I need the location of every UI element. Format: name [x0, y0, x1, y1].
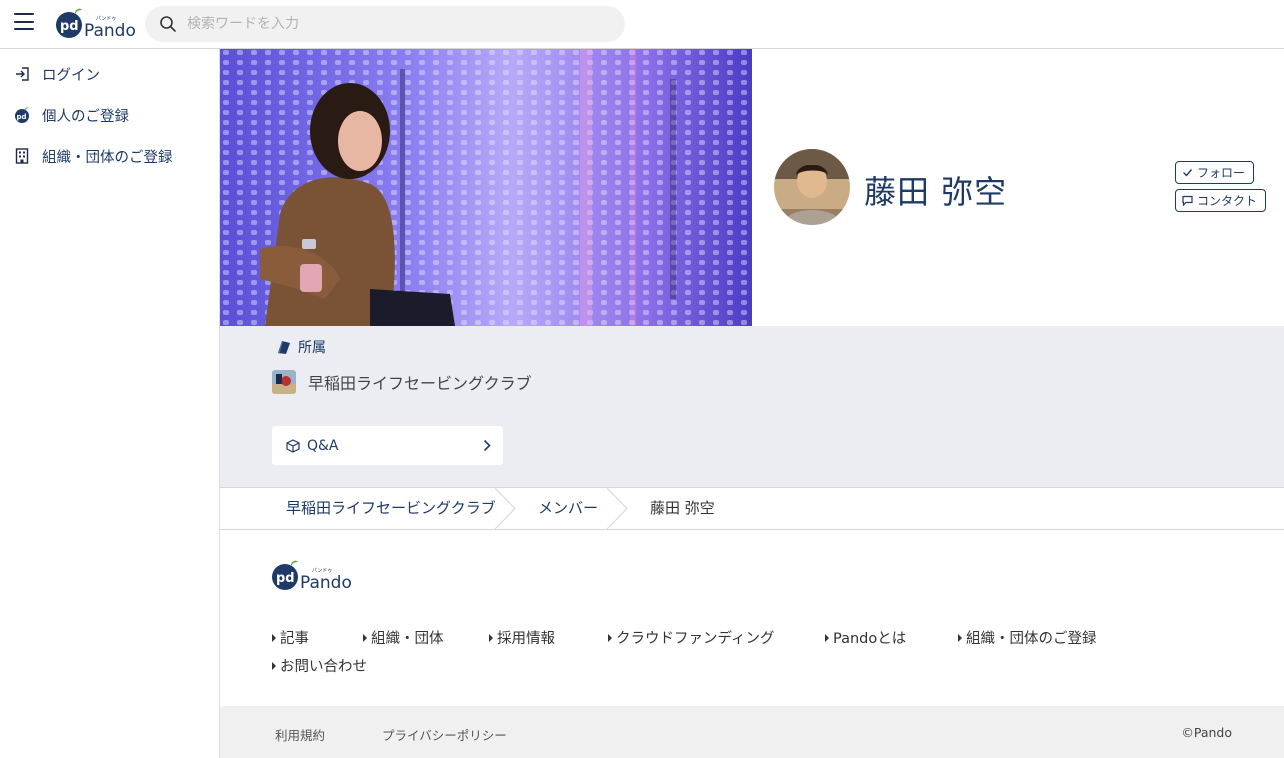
contact-label: コンタクト	[1197, 194, 1258, 208]
sidebar-item-label: 組織・団体のご登録	[42, 149, 173, 166]
footer-link-articles[interactable]: 記事	[272, 627, 309, 648]
login-icon	[14, 66, 30, 82]
qa-label: Q&A	[307, 437, 339, 454]
sidebar-item-label: 個人のご登録	[42, 108, 129, 125]
footer-link-label: お問い合わせ	[280, 659, 367, 675]
footer-link-label: Pandoとは	[833, 631, 907, 647]
footer-link-label: 採用情報	[497, 631, 555, 647]
affiliation-section: 所属 早稲田ライフセービングクラブ Q&A	[220, 326, 1284, 487]
search-bar	[145, 6, 625, 42]
pando-pd-icon: pd	[14, 107, 30, 123]
breadcrumb: 早稲田ライフセービングクラブ メンバー 藤田 弥空	[220, 487, 1284, 530]
profile-avatar	[774, 149, 850, 225]
svg-text:pd: pd	[276, 571, 295, 586]
affiliation-heading: 所属	[276, 337, 326, 357]
footer: pd Pando パンドゥ 記事 組織・団体 採用情報 クラウドファンディング …	[220, 530, 1284, 706]
footer-link-label: 記事	[280, 631, 309, 647]
sidebar-item-login[interactable]: ログイン	[14, 62, 100, 86]
cube-icon	[286, 438, 300, 453]
svg-text:pd: pd	[17, 113, 27, 121]
chevron-right-icon	[483, 439, 491, 452]
footer-link-contact[interactable]: お問い合わせ	[272, 655, 367, 676]
footer-link-label: 組織・団体のご登録	[966, 631, 1097, 647]
footer-link-crowdfunding[interactable]: クラウドファンディング	[608, 627, 774, 648]
footer-link-label: クラウドファンディング	[616, 631, 775, 647]
pando-logo[interactable]: pd Pando パンドゥ	[56, 8, 136, 41]
follow-button[interactable]: フォロー	[1175, 161, 1255, 184]
copyright: ©Pando	[1181, 725, 1232, 740]
contact-button[interactable]: コンタクト	[1175, 189, 1267, 212]
logo-ruby: パンドゥ	[96, 16, 116, 22]
terms-link[interactable]: 利用規約	[275, 725, 325, 744]
breadcrumb-item-organization[interactable]: 早稲田ライフセービングクラブ	[286, 488, 496, 529]
building-icon	[14, 148, 30, 164]
profile-header: 藤田 弥空 フォロー コンタクト	[752, 49, 1284, 326]
cover-photo	[220, 49, 752, 326]
hamburger-menu-icon[interactable]	[14, 13, 34, 30]
follow-label: フォロー	[1197, 166, 1246, 180]
organization-thumbnail	[272, 370, 296, 394]
sidebar: ログイン pd 個人のご登録 組織・団体のご登録	[0, 49, 220, 758]
footer-link-label: 組織・団体	[371, 631, 444, 647]
footer-link-register-organization[interactable]: 組織・団体のご登録	[958, 627, 1097, 648]
sidebar-item-register-individual[interactable]: pd 個人のご登録	[14, 103, 129, 127]
sidebar-item-register-organization[interactable]: 組織・団体のご登録	[14, 144, 173, 168]
qa-card[interactable]: Q&A	[272, 426, 503, 465]
organization-name: 早稲田ライフセービングクラブ	[308, 374, 532, 393]
profile-name: 藤田 弥空	[864, 173, 1008, 211]
footer-link-about[interactable]: Pandoとは	[825, 627, 906, 648]
privacy-link[interactable]: プライバシーポリシー	[382, 725, 507, 744]
message-icon	[1182, 195, 1193, 206]
check-icon	[1183, 169, 1193, 177]
search-icon	[160, 16, 176, 32]
sidebar-item-label: ログイン	[42, 67, 100, 84]
breadcrumb-separator-icon	[606, 488, 628, 529]
search-input[interactable]	[187, 6, 607, 42]
affiliation-icon	[278, 341, 290, 354]
organization-link[interactable]: 早稲田ライフセービングクラブ	[272, 370, 532, 394]
affiliation-label: 所属	[298, 340, 326, 356]
footer-bottom-bar: 利用規約 プライバシーポリシー ©Pando	[220, 706, 1284, 758]
footer-link-organizations[interactable]: 組織・団体	[363, 627, 444, 648]
breadcrumb-item-members[interactable]: メンバー	[538, 488, 598, 529]
footer-logo-ruby: パンドゥ	[312, 568, 332, 574]
footer-logo[interactable]: pd Pando パンドゥ	[272, 560, 352, 593]
breadcrumb-separator-icon	[494, 488, 516, 529]
top-header: pd Pando パンドゥ	[0, 0, 1284, 49]
footer-link-recruiting[interactable]: 採用情報	[489, 627, 555, 648]
breadcrumb-item-current: 藤田 弥空	[650, 499, 715, 517]
svg-text:pd: pd	[60, 19, 79, 34]
footer-logo-text: Pando	[300, 573, 352, 592]
logo-text: Pando	[84, 21, 136, 40]
